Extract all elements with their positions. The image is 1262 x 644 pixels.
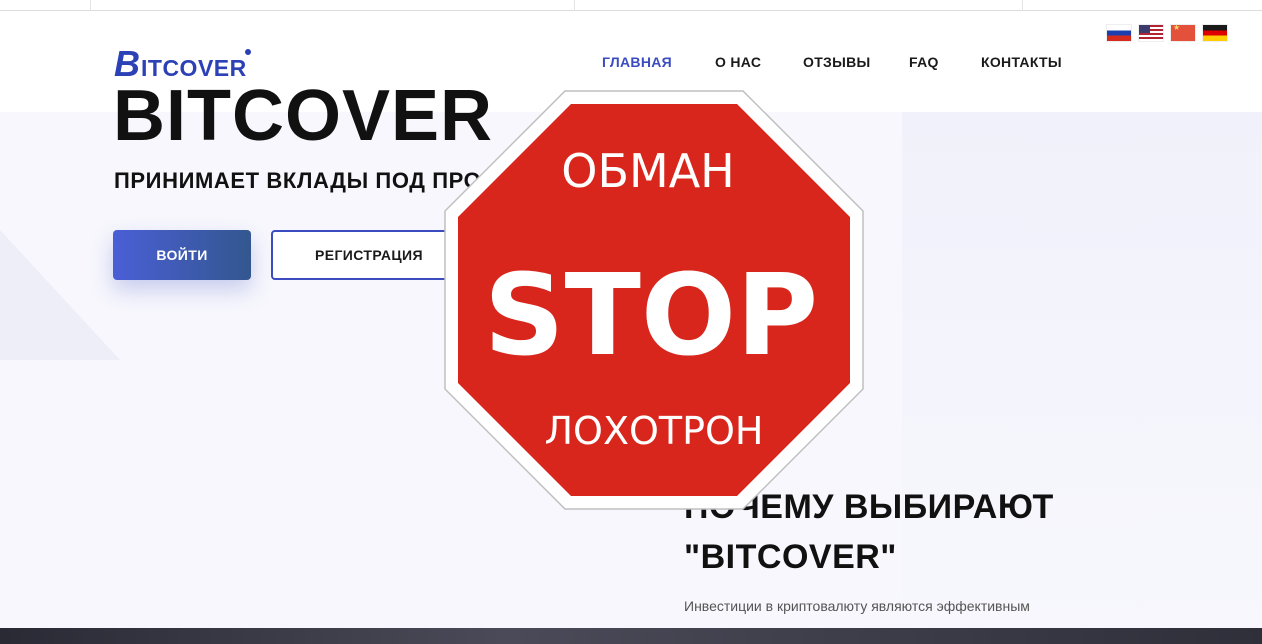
login-button[interactable]: ВОЙТИ: [113, 230, 251, 280]
nav-reviews[interactable]: ОТЗЫВЫ: [803, 54, 871, 70]
stop-sign-top-text: ОБМАН: [561, 144, 735, 198]
nav-about[interactable]: О НАС: [715, 54, 761, 70]
cn-flag-icon[interactable]: [1170, 23, 1196, 42]
ru-flag-icon[interactable]: [1106, 24, 1132, 42]
de-flag-icon[interactable]: [1202, 24, 1228, 42]
nav-contacts[interactable]: КОНТАКТЫ: [981, 54, 1062, 70]
language-switcher: [1106, 23, 1228, 42]
nav-home[interactable]: ГЛАВНАЯ: [602, 54, 672, 70]
hero-background-shape: [0, 230, 120, 360]
bottom-image-strip: [0, 628, 1262, 644]
us-flag-icon[interactable]: [1138, 24, 1164, 42]
top-tick: [90, 0, 91, 11]
why-heading-line2: "BITCOVER": [684, 538, 897, 576]
top-tick: [1022, 0, 1023, 11]
stop-sign-middle-text: STOP: [484, 251, 818, 381]
why-text: Инвестиции в криптовалюту являются эффек…: [684, 598, 1030, 614]
hero-title: BITCOVER: [113, 76, 494, 141]
nav-faq[interactable]: FAQ: [909, 54, 939, 70]
register-button[interactable]: РЕГИСТРАЦИЯ: [271, 230, 467, 280]
top-tick: [574, 0, 575, 11]
stop-sign-overlay: ОБМАН STOP ЛОХОТРОН: [444, 90, 864, 510]
top-divider: [0, 10, 1262, 11]
hero-subtitle: ПРИНИМАЕТ ВКЛАДЫ ПОД ПРО: [114, 168, 482, 193]
stop-sign-bottom-text: ЛОХОТРОН: [544, 409, 763, 453]
